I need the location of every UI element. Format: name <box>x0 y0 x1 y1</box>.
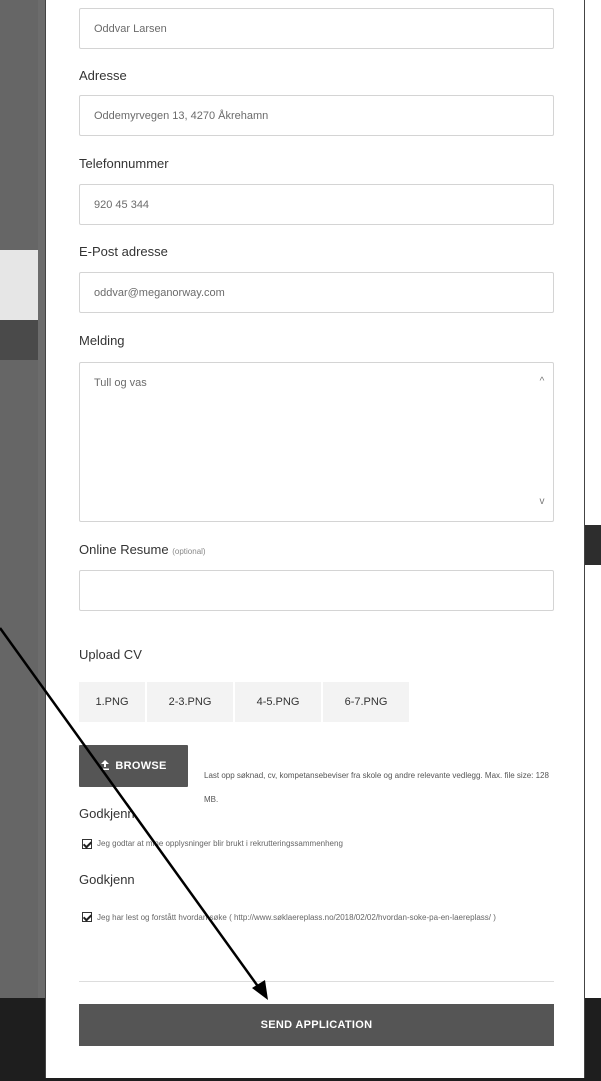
resume-optional-note: (optional) <box>172 547 206 556</box>
name-value: Oddvar Larsen <box>94 22 167 35</box>
file-chip[interactable]: 6-7.PNG <box>323 682 409 722</box>
address-input[interactable]: Oddemyrvegen 13, 4270 Åkrehamn <box>79 95 554 136</box>
consent1-text: Jeg godtar at mine opplysninger blir bru… <box>97 839 343 848</box>
consent1-row[interactable]: Jeg godtar at mine opplysninger blir bru… <box>82 839 343 849</box>
send-application-button[interactable]: SEND APPLICATION <box>79 1004 554 1046</box>
consent2-checkbox[interactable] <box>82 912 92 922</box>
email-label: E-Post adresse <box>79 244 168 259</box>
name-input[interactable]: Oddvar Larsen <box>79 8 554 49</box>
scroll-up-icon[interactable]: ^ <box>537 377 547 387</box>
file-chip[interactable]: 4-5.PNG <box>235 682 321 722</box>
email-input[interactable]: oddvar@meganorway.com <box>79 272 554 313</box>
message-value: Tull og vas <box>94 377 147 389</box>
background-page-bar <box>0 320 38 360</box>
file-name: 2-3.PNG <box>168 696 212 708</box>
divider <box>79 981 554 982</box>
file-chip[interactable]: 1.PNG <box>79 682 145 722</box>
resume-label: Online Resume (optional) <box>79 542 206 557</box>
consent1-label: Godkjenn <box>79 806 135 821</box>
consent2-label: Godkjenn <box>79 872 135 887</box>
phone-label: Telefonnummer <box>79 156 169 171</box>
upload-hint: Last opp søknad, cv, kompetansebeviser f… <box>204 771 549 804</box>
send-application-label: SEND APPLICATION <box>260 1019 373 1031</box>
consent1-checkbox[interactable] <box>82 839 92 849</box>
consent2-text: Jeg har lest og forstått hvordan søke ( … <box>97 913 496 922</box>
browse-label: BROWSE <box>115 760 167 772</box>
scroll-down-icon[interactable]: v <box>537 497 547 507</box>
address-value: Oddemyrvegen 13, 4270 Åkrehamn <box>94 109 269 122</box>
phone-input[interactable]: 920 45 344 <box>79 184 554 225</box>
file-name: 4-5.PNG <box>256 696 300 708</box>
file-name: 1.PNG <box>95 696 129 708</box>
file-name: 6-7.PNG <box>344 696 388 708</box>
resume-input[interactable] <box>79 570 554 611</box>
email-value: oddvar@meganorway.com <box>94 286 225 299</box>
background-page-left <box>0 0 38 1081</box>
file-chip[interactable]: 2-3.PNG <box>147 682 233 722</box>
message-textarea[interactable]: Tull og vas ^ v <box>79 362 554 522</box>
message-label: Melding <box>79 333 125 348</box>
application-modal: Oddvar Larsen Adresse Oddemyrvegen 13, 4… <box>45 0 585 1078</box>
address-label: Adresse <box>79 68 127 83</box>
upload-icon <box>100 759 110 773</box>
phone-value: 920 45 344 <box>94 198 150 211</box>
background-page-right-bar <box>585 525 601 565</box>
browse-button[interactable]: BROWSE <box>79 745 188 787</box>
background-page-panel <box>0 250 38 320</box>
upload-label: Upload CV <box>79 647 142 662</box>
resume-label-text: Online Resume <box>79 542 169 557</box>
consent2-row[interactable]: Jeg har lest og forstått hvordan søke ( … <box>82 904 557 931</box>
